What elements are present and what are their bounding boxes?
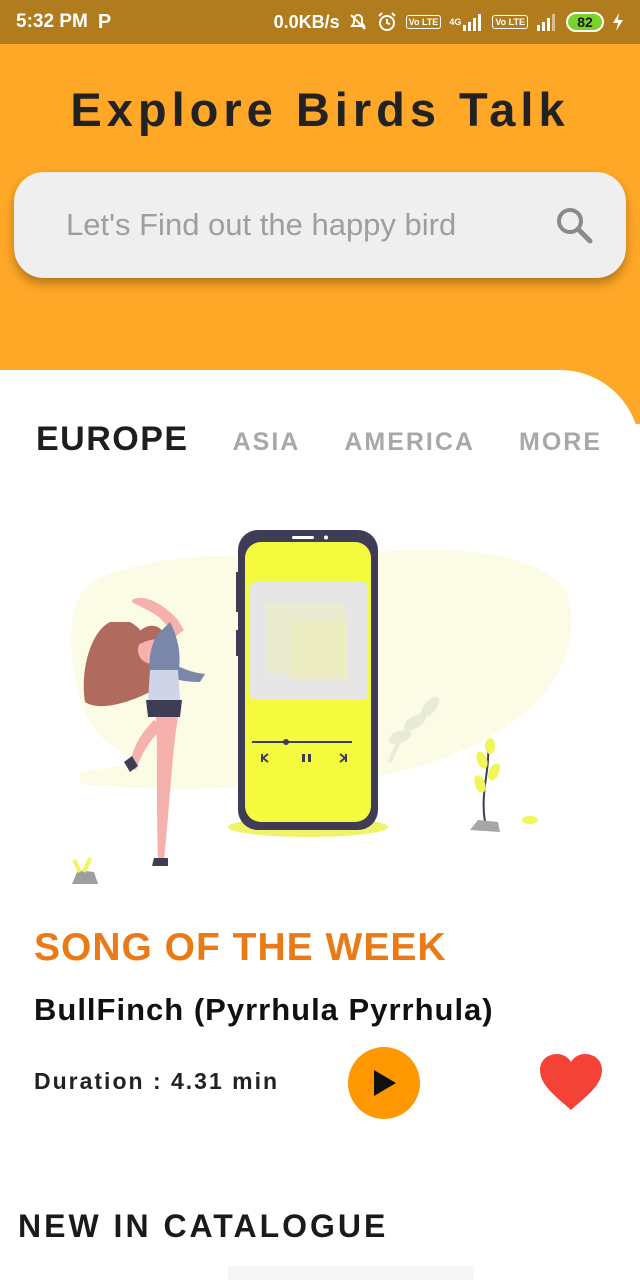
tab-europe[interactable]: EUROPE [36,420,189,459]
mute-icon [348,12,368,32]
song-of-week-heading: SONG OF THE WEEK [34,926,447,969]
signal-icon: 4G [449,13,484,31]
tab-asia[interactable]: ASIA [233,428,301,457]
catalogue-card[interactable] [228,1266,474,1280]
signal-icon-2 [536,13,558,31]
region-tabs: EUROPE ASIA AMERICA MORE [36,420,602,459]
search-input[interactable] [66,207,552,243]
network-speed: 0.0KB/s [273,11,340,32]
play-icon [374,1070,396,1096]
alarm-icon [376,11,398,33]
tab-america[interactable]: AMERICA [344,428,475,457]
network-type-label: 4G [449,17,462,27]
charging-icon [612,12,624,32]
battery-indicator: 82 [566,12,604,32]
music-player-illustration [71,530,572,884]
lte-badge: Vo LTE [405,15,442,29]
app-title: Explore Birds Talk [70,83,570,136]
lte-badge-2: Vo LTE [492,15,528,29]
status-time: 5:32 PM [16,11,88,32]
plant-right-icon [470,738,538,832]
tab-more[interactable]: MORE [519,428,602,457]
search-icon[interactable] [552,203,596,247]
phone-icon [228,530,388,837]
favorite-button[interactable] [538,1052,604,1112]
app-indicator-icon: P [97,10,112,33]
song-duration: Duration : 4.31 min [34,1068,280,1094]
bird-name: BullFinch (Pyrrhula Pyrrhula) [34,992,494,1027]
rock-icon [72,857,98,884]
status-bar: 5:32 PM P 0.0KB/s Vo LTE 4G Vo LTE 82 [0,0,640,44]
search-bar[interactable] [14,172,626,278]
heart-icon [540,1054,602,1110]
catalogue-heading: NEW IN CATALOGUE [18,1208,389,1244]
play-button[interactable] [348,1047,420,1119]
